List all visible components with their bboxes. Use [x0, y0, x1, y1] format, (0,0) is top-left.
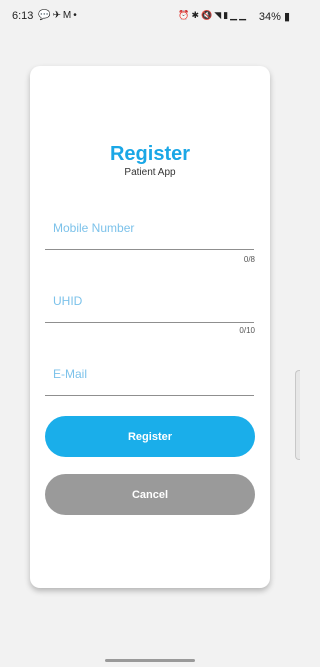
signal-icon-2: ▁ [239, 10, 248, 20]
register-card: Register Patient App 0/8 0/10 Register C… [30, 66, 270, 588]
chat-bubble-icon: 💬 [38, 10, 53, 21]
signal-icon: ▁ [230, 10, 240, 20]
edge-panel-handle[interactable] [295, 370, 300, 460]
page-subtitle: Patient App [124, 167, 176, 178]
gmail-icon: M [62, 10, 74, 21]
battery-percent: 34% [258, 11, 281, 23]
dot-icon: • [73, 10, 79, 21]
battery-icon: ▮ [283, 11, 290, 23]
battery-level: 34% ▮ [259, 10, 290, 23]
status-bar: 6:13 💬✈M• ⏰✱🔇◥▮▁▁ 34% ▮ [0, 0, 300, 34]
mobile-number-counter: 0/8 [243, 255, 255, 264]
home-gesture-handle[interactable] [105, 659, 195, 662]
uhid-input[interactable] [45, 294, 254, 323]
notification-icons: 💬✈M• [38, 10, 79, 21]
mobile-number-field-wrap [45, 219, 254, 250]
messenger-icon: ✈ [52, 10, 63, 21]
wifi-icon: ◥ [214, 10, 224, 20]
system-icons: ⏰✱🔇◥▮▁▁ [178, 10, 248, 21]
alarm-icon: ⏰ [178, 10, 192, 20]
navigation-bar [0, 652, 300, 667]
page-title: Register [109, 143, 191, 165]
uhid-counter: 0/10 [239, 326, 255, 335]
status-time: 6:13 [12, 10, 34, 22]
bluetooth-icon: ✱ [191, 10, 202, 20]
register-button[interactable]: Register [45, 416, 255, 457]
email-input[interactable] [45, 367, 254, 396]
cancel-button[interactable]: Cancel [45, 474, 255, 515]
email-field-wrap [45, 365, 254, 396]
uhid-field-wrap [45, 292, 254, 323]
mute-icon: 🔇 [201, 10, 215, 20]
mobile-number-input[interactable] [45, 221, 254, 250]
